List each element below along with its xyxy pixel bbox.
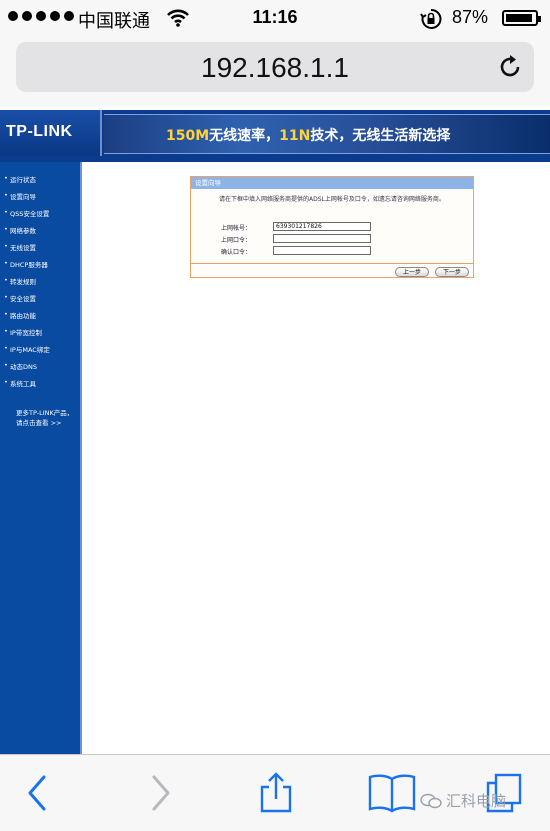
panel-description: 请在下框中填入网络服务商提供的ADSL上网帐号及口令，如遗忘请咨询网络服务商。 <box>219 196 445 203</box>
watermark-text: 汇科电脑 <box>446 792 507 810</box>
address-bar[interactable]: 192.168.1.1 <box>16 42 534 92</box>
panel-title: 设置向导 <box>191 177 473 189</box>
reload-icon[interactable] <box>496 53 524 81</box>
url-text[interactable]: 192.168.1.1 <box>16 52 534 84</box>
back-arrow-icon[interactable] <box>18 771 58 815</box>
forward-arrow-icon[interactable] <box>140 771 180 815</box>
sidebar-item-wizard[interactable]: 设置向导 <box>4 191 36 201</box>
sidebar-item-ddns[interactable]: 动态DNS <box>4 361 37 371</box>
account-label: 上网帐号： <box>221 225 252 232</box>
more-products-link[interactable]: 更多TP-LINK产品， 请点击查看 >> <box>16 408 73 428</box>
orientation-lock-icon <box>420 8 442 29</box>
sidebar-item-system-tools[interactable]: 系统工具 <box>4 378 36 388</box>
panel-divider <box>191 263 473 264</box>
sidebar-item-qss[interactable]: QSS安全设置 <box>4 208 49 218</box>
sidebar-item-dhcp[interactable]: DHCP服务器 <box>4 259 48 269</box>
tp-link-logo: TP-LINK <box>6 123 73 140</box>
account-input[interactable]: 639301217826 <box>273 222 371 231</box>
router-banner: TP-LINK 150M无线速率，11N技术，无线生活新选择 <box>0 110 550 156</box>
sidebar-item-network[interactable]: 网络参数 <box>4 225 36 235</box>
confirm-password-input[interactable] <box>273 246 371 255</box>
password-label: 上网口令： <box>221 237 252 244</box>
next-button[interactable]: 下一步 <box>435 267 469 277</box>
sidebar-item-routing[interactable]: 路由功能 <box>4 310 36 320</box>
setup-wizard-panel: 设置向导 请在下框中填入网络服务商提供的ADSL上网帐号及口令，如遗忘请咨询网络… <box>190 176 474 278</box>
logo-area: TP-LINK <box>0 110 102 156</box>
sidebar-item-forwarding[interactable]: 转发规则 <box>4 276 36 286</box>
sidebar-item-security[interactable]: 安全设置 <box>4 293 36 303</box>
slogan-area: 150M无线速率，11N技术，无线生活新选择 <box>104 114 550 154</box>
sidebar-item-wireless[interactable]: 无线设置 <box>4 242 36 252</box>
wechat-icon <box>420 793 442 808</box>
browser-address-area: 192.168.1.1 <box>0 36 550 106</box>
slogan: 150M无线速率，11N技术，无线生活新选择 <box>166 128 451 144</box>
battery-percent: 87% <box>452 7 489 27</box>
prev-button[interactable]: 上一步 <box>395 267 429 277</box>
battery-icon <box>502 10 541 26</box>
password-input[interactable] <box>273 234 371 243</box>
confirm-password-label: 确认口令： <box>221 249 252 256</box>
sidebar-item-bandwidth[interactable]: IP带宽控制 <box>4 327 42 337</box>
watermark: 汇科电脑 <box>420 790 506 811</box>
sidebar-item-ip-mac[interactable]: IP与MAC绑定 <box>4 344 50 354</box>
bookmarks-book-icon[interactable] <box>368 771 416 815</box>
share-icon[interactable] <box>256 771 296 815</box>
sidebar-item-status[interactable]: 运行状态 <box>4 174 36 184</box>
sidebar-menu: 运行状态 设置向导 QSS安全设置 网络参数 无线设置 DHCP服务器 转发规则… <box>0 162 82 754</box>
status-bar: 中国联通 11:16 87% <box>0 0 550 36</box>
